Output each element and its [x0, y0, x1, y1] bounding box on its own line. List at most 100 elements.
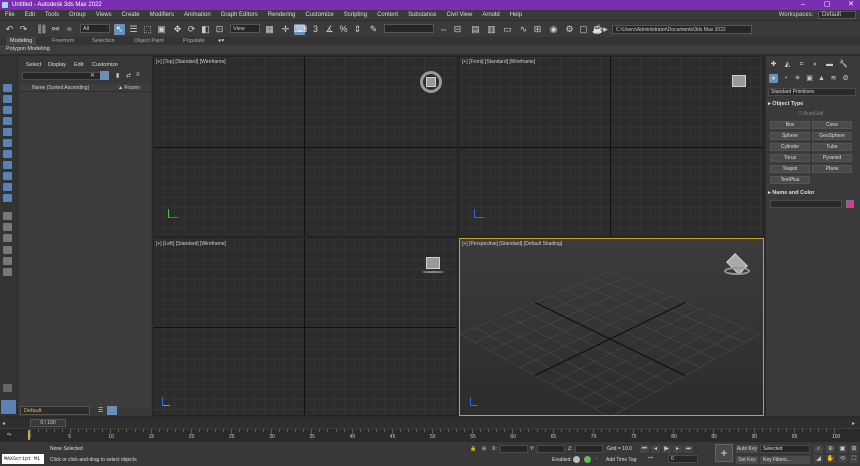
display-groups-icon[interactable]: [3, 150, 12, 158]
selection-filter-select[interactable]: All: [80, 24, 110, 33]
time-slider-left-icon[interactable]: ◂: [2, 420, 5, 427]
explorer-menu-display[interactable]: Display: [48, 62, 66, 68]
z-coordinate-field[interactable]: [575, 445, 603, 453]
time-slider-thumb[interactable]: 0 / 100: [30, 419, 66, 427]
viewport-perspective[interactable]: [+] [Perspective] [Standard] [Default Sh…: [459, 238, 764, 416]
goto-start-icon[interactable]: ⏮: [640, 445, 649, 453]
track-bar-toggle-icon[interactable]: ⇆: [7, 432, 11, 438]
tab-populate[interactable]: Populate: [183, 37, 205, 45]
track-bar[interactable]: ⇆ 0 5 10 15 20 25 30 35 40 45 50 55 60 65 70 75 80 85 90 95…: [0, 428, 860, 442]
menu-group[interactable]: Group: [64, 10, 91, 20]
systems-icon[interactable]: ⚙: [841, 74, 850, 83]
torus-button[interactable]: Torus: [770, 154, 810, 162]
sync-selection-icon[interactable]: ⇄: [126, 72, 131, 79]
toggle-ribbon-icon[interactable]: ▭: [502, 24, 513, 35]
named-selection-icon[interactable]: ✎: [368, 24, 379, 35]
time-slider-right-icon[interactable]: ▸: [852, 420, 855, 427]
display-geometry-icon[interactable]: [3, 84, 12, 92]
minimize-icon[interactable]: –: [796, 0, 810, 10]
menu-modifiers[interactable]: Modifiers: [145, 10, 179, 20]
spinner-snap-icon[interactable]: ⇕: [352, 24, 363, 35]
layer-explorer-icon[interactable]: ▥: [486, 24, 497, 35]
angle-snap-icon[interactable]: ∡: [324, 24, 335, 35]
box-button[interactable]: Box: [770, 121, 810, 129]
field-of-view-icon[interactable]: ◢: [814, 455, 823, 463]
cameras-icon[interactable]: ▣: [805, 74, 814, 83]
textplus-button[interactable]: TextPlus: [770, 176, 810, 184]
bind-space-warp-icon[interactable]: ≈: [64, 24, 75, 35]
add-time-tag-button[interactable]: Add Time Tag: [606, 457, 636, 463]
shapes-icon[interactable]: ◔: [781, 74, 790, 83]
ribbon-options-icon[interactable]: ●▾: [218, 37, 224, 45]
helpers-icon[interactable]: ▲: [817, 74, 826, 83]
clear-search-icon[interactable]: ✕: [90, 72, 95, 79]
filter-toggle-icon[interactable]: [100, 71, 109, 80]
menu-civil-view[interactable]: Civil View: [441, 10, 477, 20]
filter-icon[interactable]: [3, 257, 12, 265]
display-xrefs-icon[interactable]: [3, 161, 12, 169]
object-type-rollout[interactable]: ▸ Object Type: [768, 100, 856, 108]
x-coordinate-field[interactable]: [500, 445, 528, 453]
schematic-view-icon[interactable]: ⊞: [532, 24, 543, 35]
viewcube-top-icon[interactable]: [426, 77, 436, 87]
lock-selection-icon[interactable]: 🔒: [470, 446, 476, 452]
display-lights-icon[interactable]: [3, 106, 12, 114]
material-editor-icon[interactable]: ◉: [548, 24, 559, 35]
explorer-menu-customize[interactable]: Customize: [92, 62, 118, 68]
current-frame-field[interactable]: 0: [668, 455, 698, 463]
orbit-icon[interactable]: ⟲: [838, 455, 847, 463]
geosphere-button[interactable]: GeoSphere: [812, 132, 852, 140]
sort-icon[interactable]: [3, 246, 12, 254]
column-name[interactable]: Name (Sorted Ascending): [32, 84, 89, 92]
display-bones-icon[interactable]: [3, 172, 12, 180]
menu-rendering[interactable]: Rendering: [263, 10, 301, 20]
unlink-icon[interactable]: ⚯: [50, 24, 61, 35]
curve-editor-icon[interactable]: ∿: [518, 24, 529, 35]
pivot-center-icon[interactable]: ▦: [264, 24, 275, 35]
teapot-button[interactable]: Teapot: [770, 165, 810, 173]
redo-icon[interactable]: ↷: [18, 24, 29, 35]
play-icon[interactable]: ▶: [662, 445, 671, 453]
select-manipulate-icon[interactable]: ✛: [280, 24, 291, 35]
key-mode-icon[interactable]: ⊶: [648, 455, 653, 461]
modify-panel-icon[interactable]: ◭: [783, 60, 792, 69]
y-coordinate-field[interactable]: [537, 445, 565, 453]
object-name-field[interactable]: [770, 200, 842, 208]
zoom-extents-all-icon[interactable]: ⊞: [850, 445, 858, 453]
rendered-frame-window-icon[interactable]: ▢: [578, 24, 589, 35]
snaps-toggle-icon[interactable]: 3: [310, 24, 321, 35]
layer-select[interactable]: Default: [20, 406, 90, 415]
next-frame-icon[interactable]: ▸: [673, 445, 682, 453]
explorer-list[interactable]: [20, 92, 150, 408]
menu-animation[interactable]: Animation: [179, 10, 216, 20]
motion-panel-icon[interactable]: ◐: [811, 60, 820, 69]
display-panel-icon[interactable]: ▬: [825, 60, 834, 69]
viewport-left[interactable]: [+] [Left] [Standard] [Wireframe]: [153, 238, 458, 416]
set-key-icon[interactable]: +: [715, 444, 733, 462]
sphere-button[interactable]: Sphere: [770, 132, 810, 140]
autogrid-checkbox[interactable]: ☐ AutoGrid: [798, 111, 823, 117]
viewport-front-label[interactable]: [+] [Front] [Standard] [Wireframe]: [462, 59, 535, 65]
undo-icon[interactable]: ↶: [4, 24, 15, 35]
placement-icon[interactable]: ⊡: [214, 24, 225, 35]
folder-icon[interactable]: ▸: [600, 24, 611, 35]
space-warps-icon[interactable]: ≋: [829, 74, 838, 83]
adaptive-degradation-icon[interactable]: [584, 456, 591, 463]
zoom-all-icon[interactable]: ⊕: [826, 445, 835, 453]
key-filters-button[interactable]: Key Filters...: [760, 456, 810, 464]
zoom-extents-icon[interactable]: ▣: [838, 445, 847, 453]
geometry-icon[interactable]: ●: [769, 74, 778, 83]
key-selection-set-select[interactable]: Selected: [760, 445, 810, 453]
menu-scripting[interactable]: Scripting: [339, 10, 372, 20]
keyboard-shortcut-override-icon[interactable]: ⌨: [294, 24, 307, 35]
reference-coordinate-select[interactable]: View: [230, 24, 260, 33]
display-containers-icon[interactable]: [3, 183, 12, 191]
link-icon[interactable]: ⛓: [36, 24, 47, 35]
name-color-rollout[interactable]: ▸ Name and Color: [768, 189, 856, 197]
percent-snap-icon[interactable]: %: [338, 24, 349, 35]
expand-arrow-icon[interactable]: [3, 384, 12, 392]
menu-tools[interactable]: Tools: [40, 10, 64, 20]
rotate-icon[interactable]: ⟳: [186, 24, 197, 35]
cylinder-button[interactable]: Cylinder: [770, 143, 810, 151]
viewport-top-label[interactable]: [+] [Top] [Standard] [Wireframe]: [156, 59, 226, 65]
